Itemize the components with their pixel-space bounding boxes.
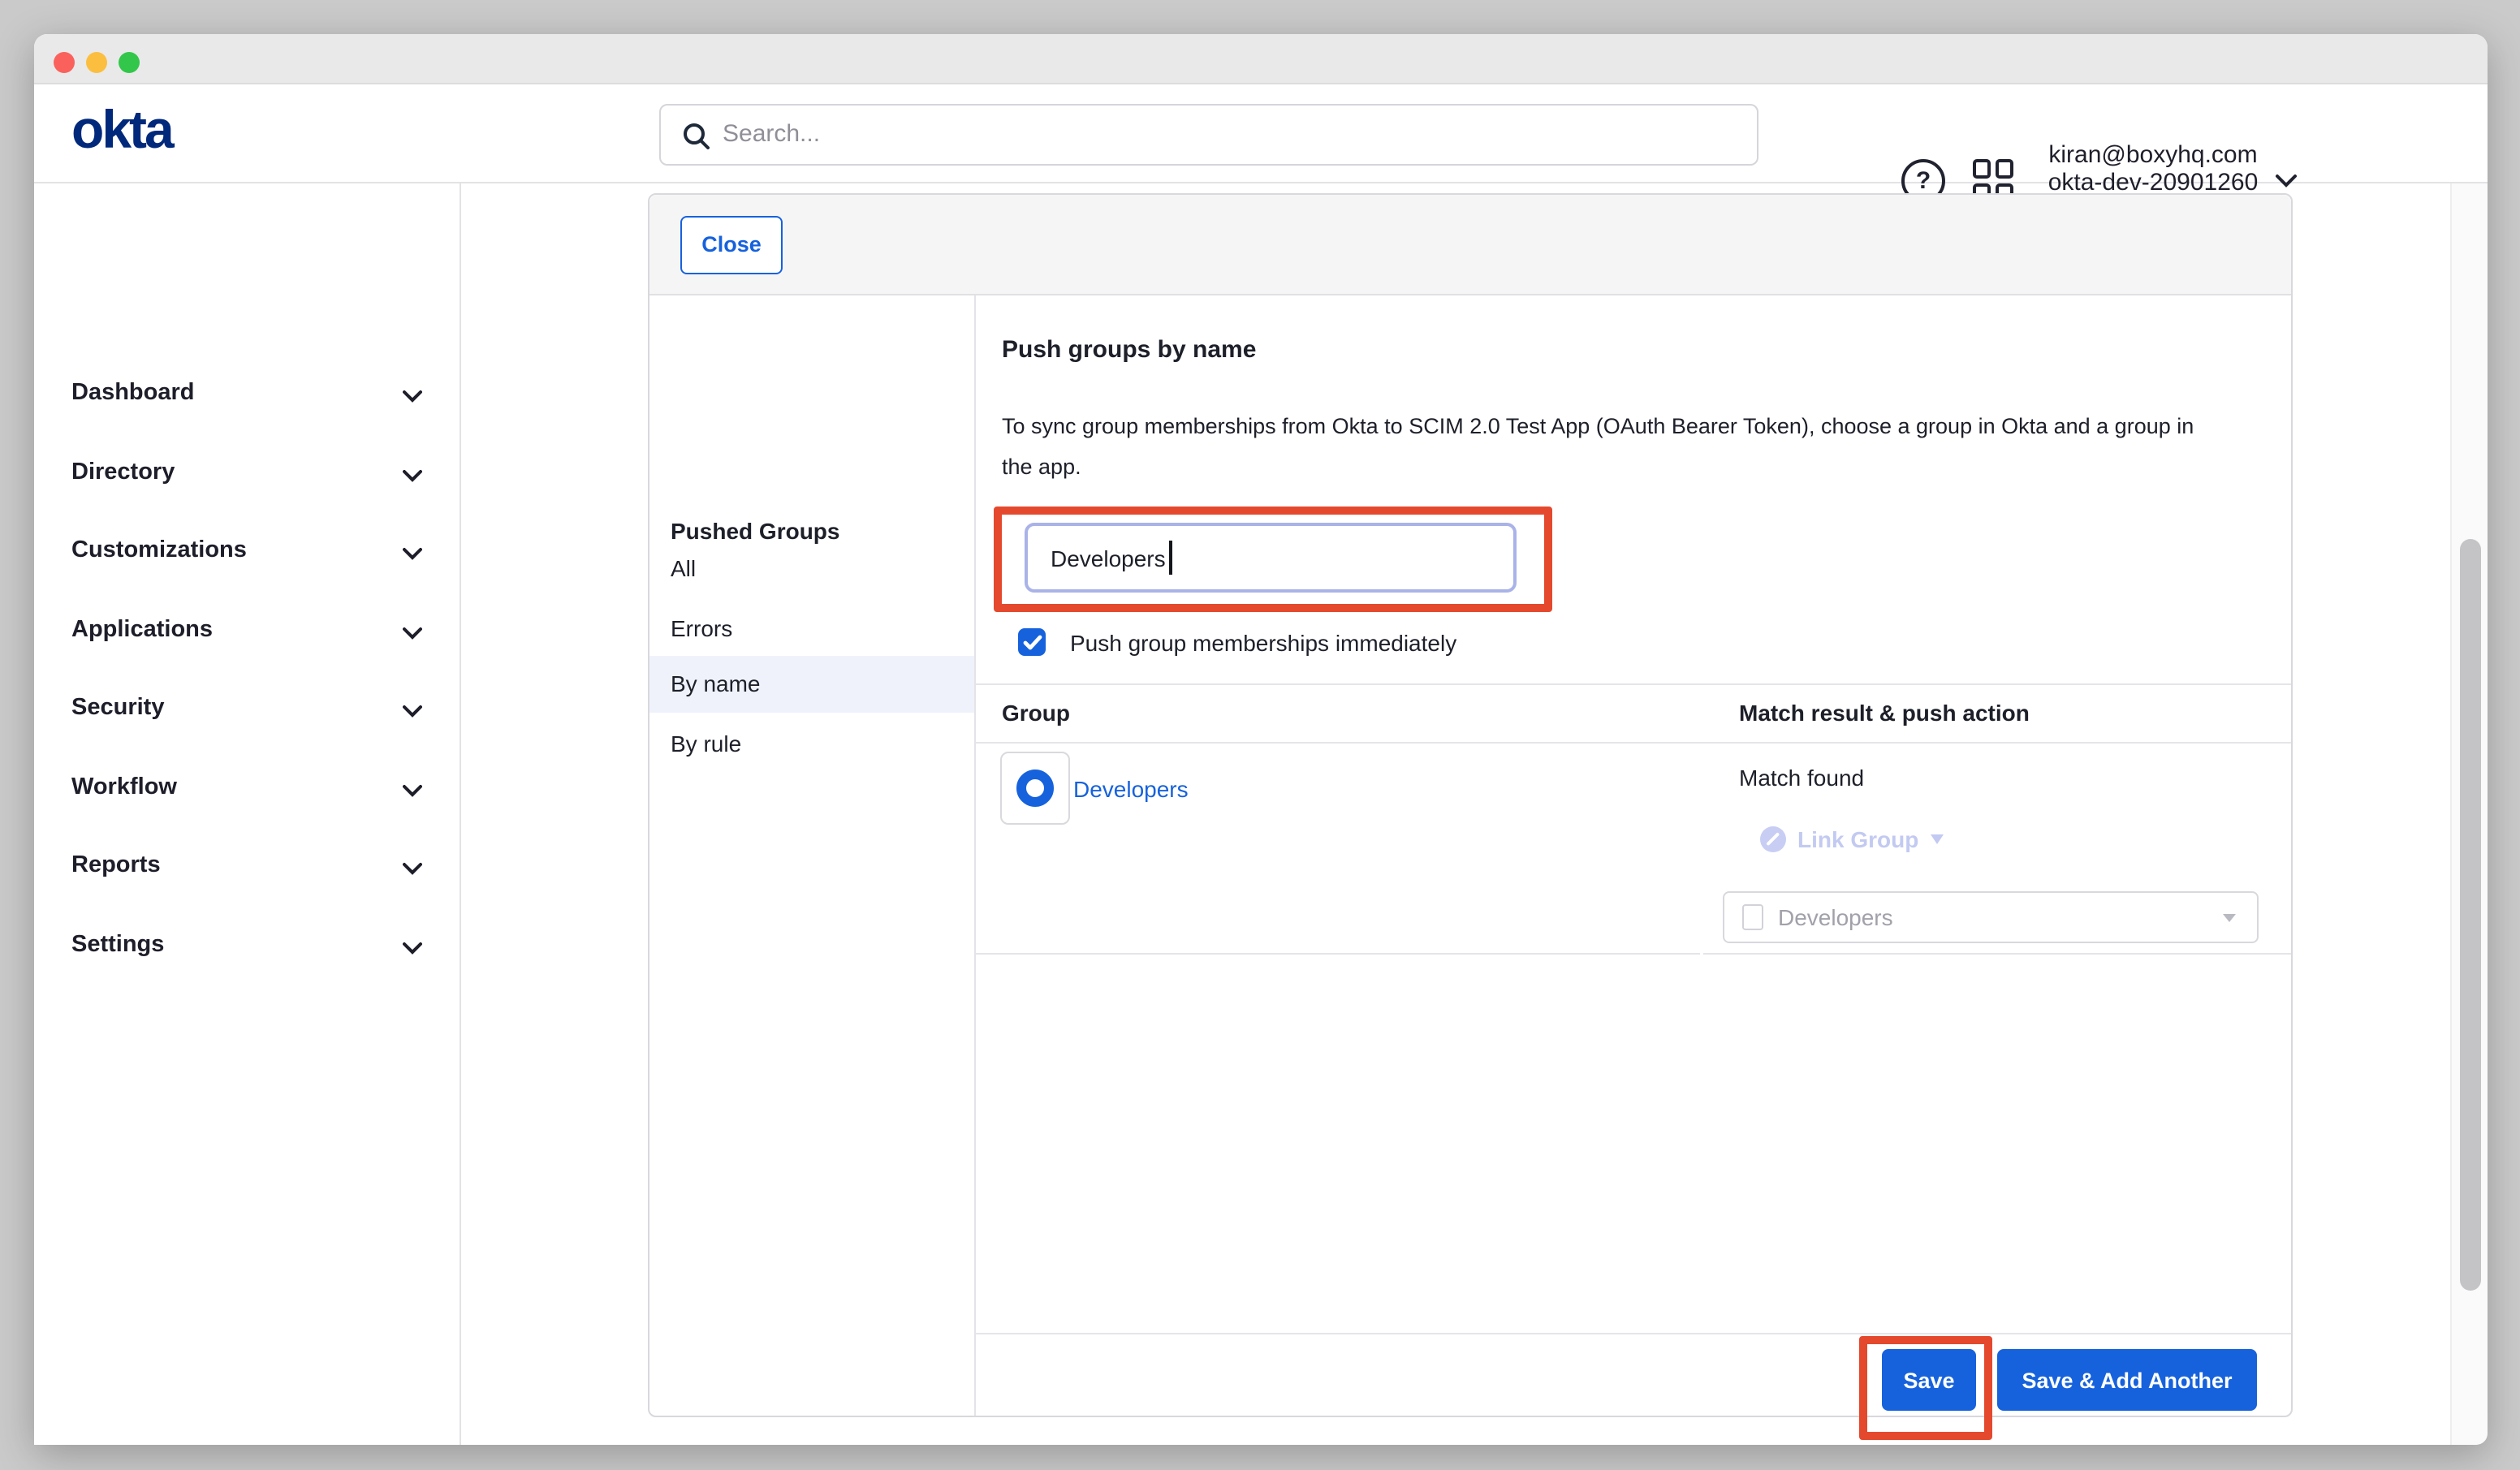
global-search xyxy=(659,103,1758,165)
okta-logo: okta xyxy=(71,99,172,161)
check-icon xyxy=(1022,634,1042,650)
table-header-border xyxy=(974,742,2291,744)
window-close-button[interactable] xyxy=(54,51,75,72)
search-icon xyxy=(682,121,711,150)
browser-window: okta ? kiran@boxyhq.com okta-dev-2090126… xyxy=(34,34,2488,1445)
sidebar-item-label: Dashboard xyxy=(71,380,195,406)
window-minimize-button[interactable] xyxy=(86,51,107,72)
desktop: okta ? kiran@boxyhq.com okta-dev-2090126… xyxy=(0,0,2520,1470)
group-icon-tile xyxy=(1000,752,1070,825)
sidebar-item-label: Reports xyxy=(71,852,161,878)
sidebar-item-dashboard[interactable]: Dashboard xyxy=(34,367,460,422)
sidebar-item-workflow[interactable]: Workflow xyxy=(34,761,460,816)
chevron-down-icon xyxy=(403,547,422,560)
group-icon xyxy=(1016,769,1054,807)
push-immediately-label: Push group memberships immediately xyxy=(1070,630,1456,656)
sidebar-item-settings[interactable]: Settings xyxy=(34,918,460,973)
close-button[interactable]: Close xyxy=(680,215,783,274)
sidebar-item-security[interactable]: Security xyxy=(34,682,460,737)
chevron-down-icon[interactable] xyxy=(2275,174,2298,188)
sidebar-item-applications[interactable]: Applications xyxy=(34,603,460,658)
sidebar-item-label: Customizations xyxy=(71,537,247,563)
push-immediately-checkbox[interactable] xyxy=(1018,628,1046,656)
row-border xyxy=(974,952,1700,954)
column-header-group: Group xyxy=(1002,700,1070,726)
tab-by-name[interactable]: By name xyxy=(649,655,974,712)
row-border xyxy=(1703,952,2291,954)
search-input[interactable] xyxy=(723,105,1729,163)
page-title: Push groups by name xyxy=(1002,336,1256,364)
grid-square xyxy=(1996,159,2013,179)
tab-by-rule[interactable]: By rule xyxy=(649,716,974,773)
select-caret-icon xyxy=(2223,914,2236,922)
chevron-down-icon xyxy=(403,390,422,403)
chevron-down-icon xyxy=(403,626,422,639)
dropdown-caret-icon xyxy=(1930,834,1943,844)
window-titlebar xyxy=(34,34,2488,84)
panel-header: Close xyxy=(649,195,2291,295)
sidebar-item-customizations[interactable]: Customizations xyxy=(34,524,460,580)
grid-square xyxy=(1973,159,1991,179)
group-link[interactable]: Developers xyxy=(1073,776,1189,802)
scrollbar-thumb[interactable] xyxy=(2460,539,2481,1291)
link-target-value: Developers xyxy=(1778,904,1893,930)
chevron-down-icon xyxy=(403,862,422,875)
link-target-select[interactable]: Developers xyxy=(1723,891,2259,942)
column-header-match: Match result & push action xyxy=(1739,700,2030,726)
sidebar-item-label: Security xyxy=(71,695,164,721)
account-menu[interactable]: kiran@boxyhq.com okta-dev-20901260 xyxy=(2048,143,2259,196)
save-button[interactable]: Save xyxy=(1882,1349,1976,1411)
sidebar-item-directory[interactable]: Directory xyxy=(34,446,460,501)
sidebar-item-label: Applications xyxy=(71,616,213,642)
table-top-border xyxy=(974,683,2291,685)
sidebar-item-label: Workflow xyxy=(71,774,177,800)
app-group-icon xyxy=(1742,904,1763,930)
sidebar-item-label: Settings xyxy=(71,931,164,957)
link-group-button[interactable]: Link Group xyxy=(1760,823,1943,856)
tab-all[interactable]: All xyxy=(649,541,974,597)
chevron-down-icon xyxy=(403,941,422,954)
page-description: To sync group memberships from Okta to S… xyxy=(1002,407,2223,487)
scrollbar-track[interactable] xyxy=(2450,183,2488,1445)
sidebar: Dashboard Directory Customizations Appli… xyxy=(34,183,460,1445)
chevron-down-icon xyxy=(403,783,422,796)
group-name-input[interactable] xyxy=(1025,523,1517,593)
push-groups-panel: Close Pushed Groups All Errors By name B… xyxy=(648,193,2293,1417)
footer-border xyxy=(974,1332,2291,1334)
sidebar-item-label: Directory xyxy=(71,459,175,485)
window-zoom-button[interactable] xyxy=(119,51,140,72)
save-add-another-button[interactable]: Save & Add Another xyxy=(1997,1349,2257,1411)
app-header: okta ? kiran@boxyhq.com okta-dev-2090126… xyxy=(34,84,2488,183)
sidebar-divider xyxy=(460,183,461,1445)
chevron-down-icon xyxy=(403,468,422,481)
sidebar-item-reports[interactable]: Reports xyxy=(34,839,460,895)
account-email: kiran@boxyhq.com xyxy=(2048,143,2259,170)
tab-errors[interactable]: Errors xyxy=(649,600,974,657)
link-icon xyxy=(1760,826,1786,852)
link-group-label: Link Group xyxy=(1797,826,1918,852)
chevron-down-icon xyxy=(403,705,422,718)
panel-nav-divider xyxy=(974,295,976,1416)
match-status: Match found xyxy=(1739,765,1864,791)
text-cursor xyxy=(1169,541,1172,575)
